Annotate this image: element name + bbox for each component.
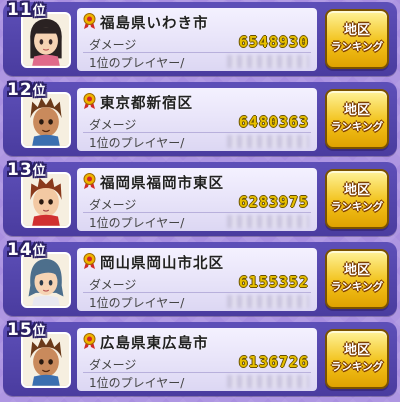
damage-score: 6480363 — [238, 113, 309, 131]
girl-blue-hair-avatar-icon — [23, 254, 69, 306]
medal-icon — [83, 93, 96, 109]
divider — [83, 212, 311, 213]
top-player-label: 1位のプレイヤー/ — [89, 296, 185, 310]
ranking-list: 11位 福島県いわき市 ダメージ 6548930 1位のプレイヤー/ 地区 ラン… — [0, 0, 400, 402]
region-name: 広島県東広島市 — [100, 336, 209, 352]
player-name-blurred — [227, 295, 309, 308]
medal-icon — [83, 333, 96, 349]
regional-ranking-button[interactable]: 地区 ランキング — [325, 249, 389, 309]
boy-brown-hair-avatar-icon — [23, 94, 69, 146]
rank-number: 13位 — [7, 160, 47, 180]
boy-red-hair-avatar-icon — [23, 174, 69, 226]
player-name-blurred — [227, 55, 309, 68]
player-avatar — [21, 252, 71, 308]
player-avatar — [21, 172, 71, 228]
divider — [83, 52, 311, 53]
divider — [83, 292, 311, 293]
ranking-card: 広島県東広島市 ダメージ 6136726 1位のプレイヤー/ — [77, 328, 317, 391]
rank-number: 15位 — [7, 320, 47, 340]
ranking-row: 14位 岡山県岡山市北区 ダメージ 6155352 1位のプレイヤー/ 地区 ラ… — [3, 240, 397, 316]
region-name: 福岡県福岡市東区 — [100, 176, 224, 192]
ranking-row: 11位 福島県いわき市 ダメージ 6548930 1位のプレイヤー/ 地区 ラン… — [3, 0, 397, 76]
damage-score: 6136726 — [238, 353, 309, 371]
girl-black-hair-avatar-icon — [23, 14, 69, 66]
divider — [83, 372, 311, 373]
top-player-label: 1位のプレイヤー/ — [89, 216, 185, 230]
damage-score: 6548930 — [238, 33, 309, 51]
ranking-card: 岡山県岡山市北区 ダメージ 6155352 1位のプレイヤー/ — [77, 248, 317, 311]
ranking-card: 福岡県福岡市東区 ダメージ 6283975 1位のプレイヤー/ — [77, 168, 317, 231]
region-name: 東京都新宿区 — [100, 96, 193, 112]
top-player-label: 1位のプレイヤー/ — [89, 376, 185, 390]
boy-brown-hair-avatar-icon — [23, 334, 69, 386]
damage-label: ダメージ — [89, 278, 137, 292]
medal-icon — [83, 173, 96, 189]
ranking-row: 15位 広島県東広島市 ダメージ 6136726 1位のプレイヤー/ 地区 ラン… — [3, 320, 397, 396]
ranking-card: 東京都新宿区 ダメージ 6480363 1位のプレイヤー/ — [77, 88, 317, 151]
ranking-row: 13位 福岡県福岡市東区 ダメージ 6283975 1位のプレイヤー/ 地区 ラ… — [3, 160, 397, 236]
player-name-blurred — [227, 135, 309, 148]
region-name: 福島県いわき市 — [100, 16, 209, 32]
rank-number: 11位 — [7, 0, 47, 20]
ranking-card: 福島県いわき市 ダメージ 6548930 1位のプレイヤー/ — [77, 8, 317, 71]
divider — [83, 132, 311, 133]
player-name-blurred — [227, 375, 309, 388]
player-avatar — [21, 12, 71, 68]
damage-label: ダメージ — [89, 198, 137, 212]
player-name-blurred — [227, 215, 309, 228]
damage-score: 6283975 — [238, 193, 309, 211]
region-name: 岡山県岡山市北区 — [100, 256, 224, 272]
player-avatar — [21, 92, 71, 148]
regional-ranking-button[interactable]: 地区 ランキング — [325, 169, 389, 229]
player-avatar — [21, 332, 71, 388]
regional-ranking-button[interactable]: 地区 ランキング — [325, 89, 389, 149]
medal-icon — [83, 253, 96, 269]
top-player-label: 1位のプレイヤー/ — [89, 56, 185, 70]
regional-ranking-button[interactable]: 地区 ランキング — [325, 329, 389, 389]
top-player-label: 1位のプレイヤー/ — [89, 136, 185, 150]
rank-number: 14位 — [7, 240, 47, 260]
rank-number: 12位 — [7, 80, 47, 100]
damage-label: ダメージ — [89, 358, 137, 372]
damage-score: 6155352 — [238, 273, 309, 291]
medal-icon — [83, 13, 96, 29]
damage-label: ダメージ — [89, 38, 137, 52]
ranking-row: 12位 東京都新宿区 ダメージ 6480363 1位のプレイヤー/ 地区 ランキ… — [3, 80, 397, 156]
regional-ranking-button[interactable]: 地区 ランキング — [325, 9, 389, 69]
damage-label: ダメージ — [89, 118, 137, 132]
